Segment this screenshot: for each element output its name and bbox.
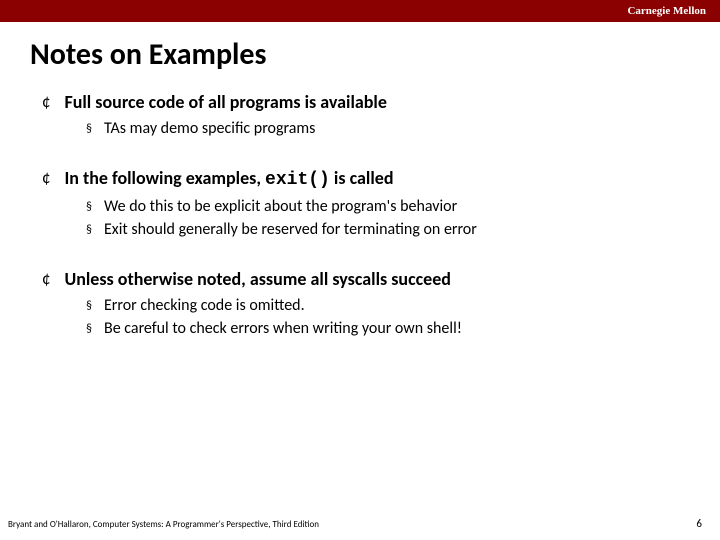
circle-bullet-icon: ¢ xyxy=(42,91,50,113)
header-bar: Carnegie Mellon xyxy=(0,0,720,22)
footer: Bryant and O'Hallaron, Computer Systems:… xyxy=(0,517,720,530)
bullet-l2: § Exit should generally be reserved for … xyxy=(86,220,690,240)
slide-title: Notes on Examples xyxy=(30,36,720,73)
bullet-l2: § We do this to be explicit about the pr… xyxy=(86,197,690,217)
subbullet-text: We do this to be explicit about the prog… xyxy=(104,197,457,217)
bullet-l1: ¢ Unless otherwise noted, assume all sys… xyxy=(42,268,690,290)
bullet-l2: § Be careful to check errors when writin… xyxy=(86,319,690,339)
bullet-l2: § Error checking code is omitted. xyxy=(86,296,690,316)
bullet-l1: ¢ In the following examples, exit() is c… xyxy=(42,167,690,191)
header-org: Carnegie Mellon xyxy=(627,5,706,17)
square-bullet-icon: § xyxy=(86,296,92,316)
bullet-text: Unless otherwise noted, assume all sysca… xyxy=(64,268,450,290)
code-span: exit() xyxy=(265,170,330,190)
square-bullet-icon: § xyxy=(86,319,92,339)
bullet-text: Full source code of all programs is avai… xyxy=(64,91,386,113)
square-bullet-icon: § xyxy=(86,119,92,139)
page-number: 6 xyxy=(696,517,702,530)
bullet-group-2: ¢ Unless otherwise noted, assume all sys… xyxy=(42,268,690,339)
subbullet-text: TAs may demo specific programs xyxy=(104,119,315,139)
square-bullet-icon: § xyxy=(86,197,92,217)
text-after: is called xyxy=(330,167,394,189)
square-bullet-icon: § xyxy=(86,220,92,240)
slide-content: ¢ Full source code of all programs is av… xyxy=(42,91,690,339)
footer-attribution: Bryant and O'Hallaron, Computer Systems:… xyxy=(8,519,319,530)
subbullet-text: Exit should generally be reserved for te… xyxy=(104,220,477,240)
bullet-group-0: ¢ Full source code of all programs is av… xyxy=(42,91,690,139)
circle-bullet-icon: ¢ xyxy=(42,268,50,290)
text-before: In the following examples, xyxy=(64,167,265,189)
subbullet-text: Error checking code is omitted. xyxy=(104,296,305,316)
bullet-group-1: ¢ In the following examples, exit() is c… xyxy=(42,167,690,240)
bullet-l1: ¢ Full source code of all programs is av… xyxy=(42,91,690,113)
circle-bullet-icon: ¢ xyxy=(42,167,50,189)
bullet-text: In the following examples, exit() is cal… xyxy=(64,167,393,191)
bullet-l2: § TAs may demo specific programs xyxy=(86,119,690,139)
subbullet-text: Be careful to check errors when writing … xyxy=(104,319,462,339)
